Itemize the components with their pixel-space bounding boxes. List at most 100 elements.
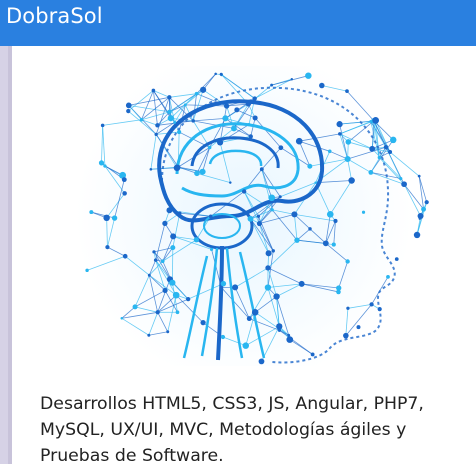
network-node — [368, 170, 374, 175]
network-node — [166, 330, 170, 334]
network-node — [234, 107, 240, 113]
network-node — [298, 280, 305, 287]
card-description: Desarrollos HTML5, CSS3, JS, Angular, PH… — [40, 394, 424, 464]
network-node — [177, 130, 182, 135]
network-node — [369, 302, 374, 307]
network-node — [98, 160, 105, 166]
network-node — [199, 168, 206, 175]
network-node — [169, 279, 176, 286]
app-window: DobraSol Desarrollos HTML5, CSS3, JS, An… — [0, 0, 476, 464]
network-node — [308, 227, 312, 231]
network-node — [155, 310, 160, 315]
network-node — [277, 328, 282, 332]
network-node — [200, 320, 206, 326]
network-node — [270, 83, 274, 87]
network-node — [246, 316, 252, 322]
network-node — [186, 297, 191, 302]
network-node — [336, 121, 343, 128]
network-node — [377, 155, 381, 160]
network-node — [247, 122, 251, 127]
network-node — [176, 164, 181, 170]
network-node — [191, 119, 196, 123]
network-node — [291, 211, 298, 218]
network-node — [399, 176, 403, 181]
network-node — [276, 323, 283, 330]
network-node — [172, 291, 180, 299]
network-node — [220, 280, 227, 287]
network-node — [327, 149, 332, 154]
network-node — [154, 132, 158, 137]
network-node — [401, 181, 407, 188]
network-node — [241, 189, 247, 194]
network-node — [167, 95, 172, 100]
network-node — [345, 139, 352, 145]
network-node — [258, 358, 265, 365]
network-node — [166, 207, 173, 214]
network-node — [264, 284, 272, 291]
network-node — [372, 116, 380, 124]
network-node — [126, 108, 131, 114]
network-node — [194, 91, 199, 96]
skills-card: Desarrollos HTML5, CSS3, JS, Angular, PH… — [12, 46, 476, 464]
network-node — [89, 210, 94, 215]
network-node — [310, 352, 315, 357]
network-node — [348, 177, 355, 184]
network-node — [424, 200, 429, 205]
mesh-line — [418, 176, 428, 203]
network-node — [242, 342, 250, 349]
network-node — [251, 308, 259, 316]
navbar: DobraSol — [0, 0, 476, 46]
network-node — [162, 287, 168, 294]
network-node — [305, 72, 312, 79]
network-node — [153, 258, 158, 262]
network-node — [326, 210, 334, 218]
network-node — [383, 144, 389, 150]
network-node — [208, 214, 213, 219]
network-node — [170, 233, 177, 240]
network-node — [207, 145, 212, 150]
network-node — [377, 307, 382, 312]
network-node — [413, 231, 421, 239]
network-node — [259, 167, 264, 172]
network-node — [295, 137, 303, 145]
network-node — [421, 206, 426, 212]
network-node — [173, 120, 177, 124]
network-node — [175, 310, 180, 315]
network-node — [252, 115, 258, 121]
network-node — [345, 89, 349, 93]
network-node — [388, 150, 393, 155]
network-node — [223, 103, 230, 109]
network-node — [121, 177, 127, 183]
network-node — [290, 77, 293, 81]
network-node — [369, 145, 376, 152]
network-node — [170, 245, 176, 251]
network-node — [232, 284, 239, 291]
network-node — [120, 317, 124, 320]
network-node — [103, 214, 110, 222]
network-node — [167, 115, 174, 122]
brand-link[interactable]: DobraSol — [6, 4, 103, 28]
network-node — [270, 208, 274, 212]
brain-network-head-illustration — [76, 66, 429, 366]
network-node — [214, 72, 217, 76]
network-node — [256, 214, 261, 218]
network-node — [417, 174, 421, 178]
network-node — [256, 220, 263, 227]
network-node — [229, 181, 232, 184]
network-node — [278, 145, 284, 151]
network-node — [178, 211, 182, 215]
network-node — [265, 250, 272, 257]
network-node — [216, 139, 224, 146]
network-node — [338, 132, 342, 136]
network-node — [386, 275, 390, 279]
network-node — [122, 253, 128, 259]
network-node — [331, 242, 336, 247]
network-node — [162, 220, 168, 227]
network-node — [122, 191, 127, 196]
network-node — [151, 88, 156, 93]
network-node — [356, 325, 361, 330]
network-node — [105, 245, 110, 250]
network-node — [139, 117, 144, 122]
network-node — [319, 82, 325, 89]
network-node — [344, 155, 351, 163]
